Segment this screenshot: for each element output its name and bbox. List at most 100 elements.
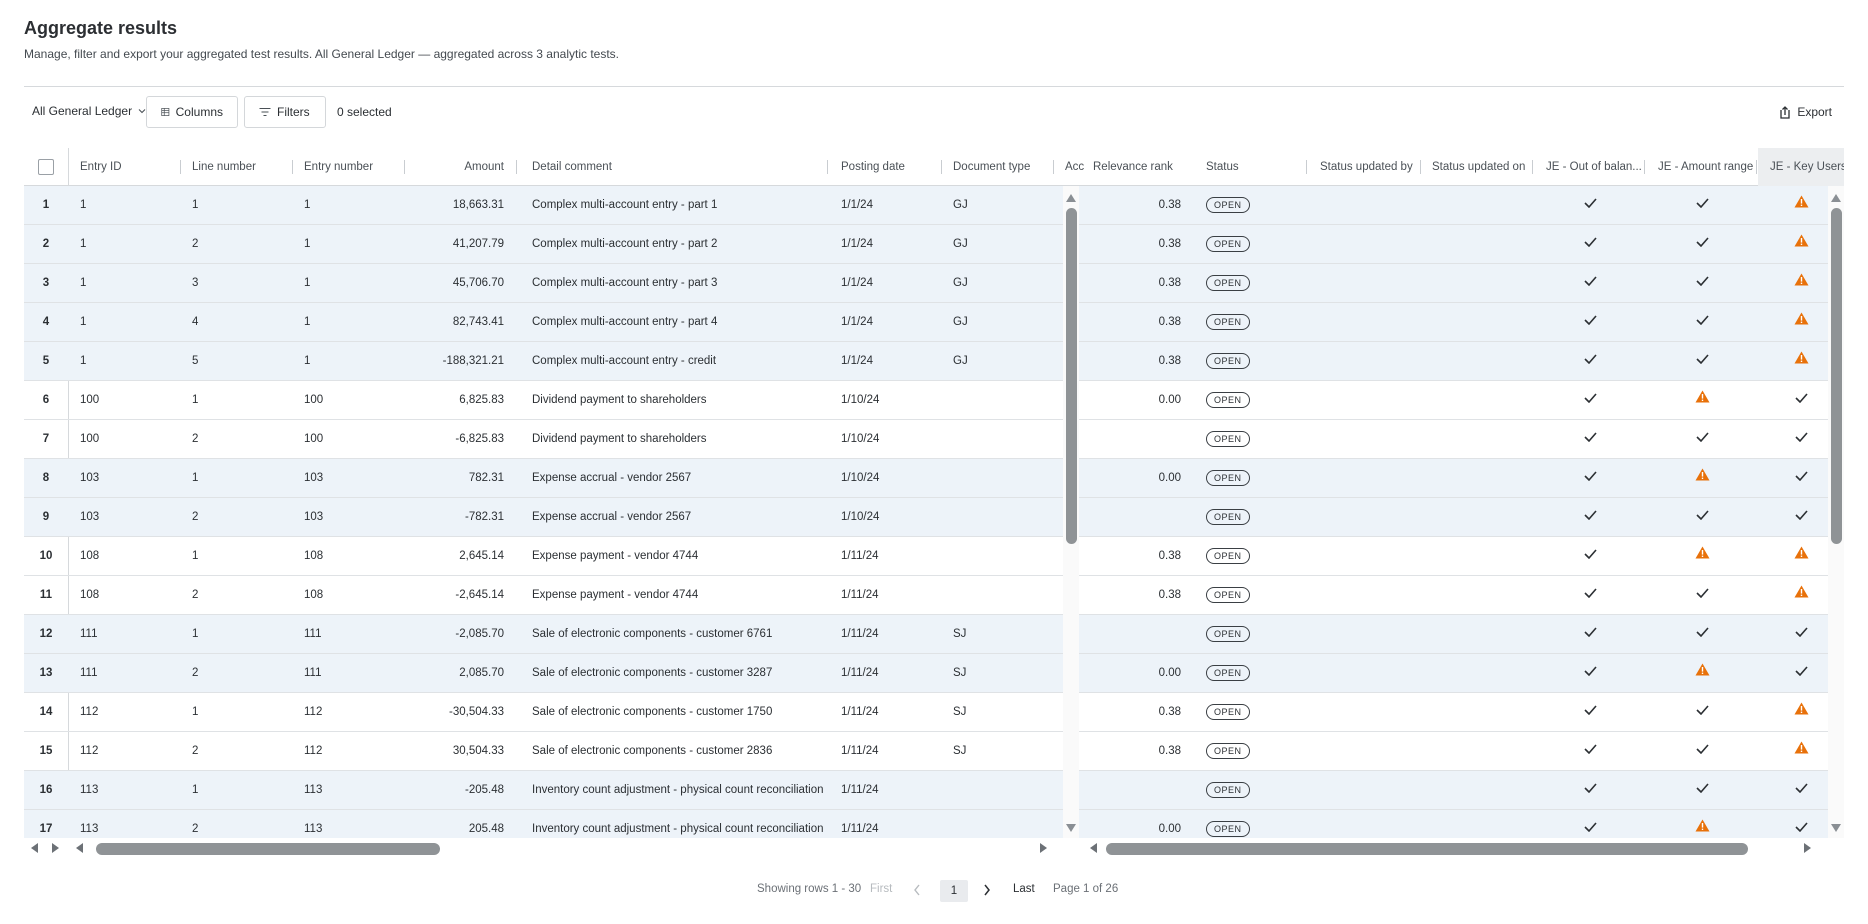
- status-badge[interactable]: OPEN: [1206, 781, 1250, 798]
- status-badge[interactable]: OPEN: [1206, 664, 1250, 681]
- pager-last[interactable]: Last: [1013, 883, 1035, 895]
- cell-status: OPEN: [1194, 225, 1306, 263]
- pager-next-icon[interactable]: [982, 880, 992, 903]
- column-resize-handle[interactable]: [827, 160, 828, 174]
- table-row[interactable]: 15 112 2 112 30,504.33 Sale of electronic com…: [24, 732, 1844, 771]
- table-row[interactable]: 7 100 2 100 -6,825.83 Dividend payment to sha…: [24, 420, 1844, 459]
- scrollbar-thumb[interactable]: [1066, 208, 1077, 544]
- scroll-right-arrow-icon[interactable]: [1804, 843, 1811, 853]
- column-resize-handle[interactable]: [292, 160, 293, 174]
- left-pane-vertical-scrollbar[interactable]: [1063, 186, 1079, 838]
- scroll-left-arrow-icon[interactable]: [76, 843, 83, 853]
- status-badge[interactable]: OPEN: [1206, 196, 1250, 213]
- col-header-status-updated-on[interactable]: Status updated on: [1420, 148, 1532, 186]
- filters-button[interactable]: Filters: [244, 96, 326, 128]
- table-row[interactable]: 5 1 5 1 -188,321.21 Complex multi-account ent…: [24, 342, 1844, 381]
- cell-detail-comment: Dividend payment to shareholders: [532, 394, 707, 406]
- col-header-entry-number[interactable]: Entry number: [292, 148, 404, 186]
- col-header-posting-date[interactable]: Posting date: [829, 148, 941, 186]
- table-row[interactable]: 8 103 1 103 782.31 Expense accrual - vendor 2…: [24, 459, 1844, 498]
- pager-prev-icon[interactable]: [912, 880, 922, 903]
- table-row[interactable]: 14 112 1 112 -30,504.33 Sale of electronic co…: [24, 693, 1844, 732]
- column-resize-handle[interactable]: [941, 160, 942, 174]
- status-badge[interactable]: OPEN: [1206, 430, 1250, 447]
- status-badge[interactable]: OPEN: [1206, 703, 1250, 720]
- cell-document-type: [941, 771, 1053, 809]
- status-badge[interactable]: OPEN: [1206, 274, 1250, 291]
- column-resize-handle[interactable]: [180, 160, 181, 174]
- column-resize-handle[interactable]: [1644, 160, 1645, 174]
- col-header-amount[interactable]: Amount: [404, 148, 516, 186]
- col-header-je-out-of-balance[interactable]: JE - Out of balan...: [1534, 148, 1646, 186]
- status-badge[interactable]: OPEN: [1206, 235, 1250, 252]
- cell-relevance-rank: 0.38: [1158, 277, 1181, 289]
- col-header-status-updated-by[interactable]: Status updated by: [1308, 148, 1420, 186]
- status-badge[interactable]: OPEN: [1206, 625, 1250, 642]
- status-badge[interactable]: OPEN: [1206, 469, 1250, 486]
- col-header-document-type[interactable]: Document type: [941, 148, 1053, 186]
- scroll-up-arrow-icon[interactable]: [1831, 194, 1841, 202]
- select-all-checkbox[interactable]: [38, 159, 54, 175]
- status-badge[interactable]: OPEN: [1206, 820, 1250, 837]
- table-row[interactable]: 4 1 4 1 82,743.41 Complex multi-account entry…: [24, 303, 1844, 342]
- col-header-entry-id[interactable]: Entry ID: [68, 148, 180, 186]
- table-row[interactable]: 11 108 2 108 -2,645.14 Expense payment - vend…: [24, 576, 1844, 615]
- pager-first[interactable]: First: [870, 883, 892, 895]
- scroll-left-arrow-icon[interactable]: [1090, 843, 1097, 853]
- pinned-horizontal-scrollbar[interactable]: [24, 838, 68, 858]
- scrollbar-thumb[interactable]: [1831, 208, 1842, 544]
- column-resize-handle[interactable]: [404, 160, 405, 174]
- column-resize-handle[interactable]: [1053, 160, 1054, 174]
- status-badge[interactable]: OPEN: [1206, 742, 1250, 759]
- export-button[interactable]: Export: [1779, 105, 1832, 119]
- column-resize-handle[interactable]: [1420, 160, 1421, 174]
- status-badge[interactable]: OPEN: [1206, 313, 1250, 330]
- col-header-je-key-users[interactable]: JE - Key Users: [1758, 148, 1844, 186]
- table-row[interactable]: 2 1 2 1 41,207.79 Complex multi-account entry…: [24, 225, 1844, 264]
- table-row[interactable]: 10 108 1 108 2,645.14 Expense payment - vendo…: [24, 537, 1844, 576]
- cell-document-type: SJ: [953, 706, 967, 718]
- col-header-status[interactable]: Status: [1194, 148, 1306, 186]
- status-badge[interactable]: OPEN: [1206, 547, 1250, 564]
- table-row[interactable]: 3 1 3 1 45,706.70 Complex multi-account entry…: [24, 264, 1844, 303]
- scroll-up-arrow-icon[interactable]: [1066, 194, 1076, 202]
- ledger-dropdown[interactable]: All General Ledger: [32, 104, 146, 118]
- table-row[interactable]: 9 103 2 103 -782.31 Expense accrual - vendor …: [24, 498, 1844, 537]
- column-resize-handle[interactable]: [1306, 160, 1307, 174]
- table-row[interactable]: 17 113 2 113 205.48 Inventory count adjustmen…: [24, 810, 1844, 838]
- scroll-right-arrow-icon[interactable]: [1040, 843, 1047, 853]
- row-number: 5: [42, 355, 50, 367]
- col-header-je-amount-range[interactable]: JE - Amount range: [1646, 148, 1758, 186]
- table-row[interactable]: 1 1 1 1 18,663.31 Complex multi-account entry…: [24, 186, 1844, 225]
- scroll-right-arrow-icon[interactable]: [52, 843, 59, 853]
- table-row[interactable]: 13 111 2 111 2,085.70 Sale of electronic comp…: [24, 654, 1844, 693]
- scrollbar-thumb[interactable]: [96, 843, 440, 855]
- left-pane-horizontal-scrollbar[interactable]: [76, 838, 1076, 858]
- check-icon: [1794, 420, 1808, 458]
- col-header-relevance-rank[interactable]: Relevance rank: [1081, 148, 1193, 186]
- status-badge[interactable]: OPEN: [1206, 508, 1250, 525]
- col-header-detail-comment[interactable]: Detail comment: [520, 148, 827, 186]
- scroll-left-arrow-icon[interactable]: [31, 843, 38, 853]
- right-pane-horizontal-scrollbar[interactable]: [1090, 838, 1844, 858]
- table-row[interactable]: 16 113 1 113 -205.48 Inventory count adjustme…: [24, 771, 1844, 810]
- scroll-down-arrow-icon[interactable]: [1066, 824, 1076, 832]
- status-badge[interactable]: OPEN: [1206, 391, 1250, 408]
- right-pane-vertical-scrollbar[interactable]: [1828, 186, 1844, 838]
- column-resize-handle[interactable]: [516, 160, 517, 174]
- scrollbar-thumb[interactable]: [1106, 843, 1748, 855]
- pager-current-page[interactable]: 1: [940, 880, 968, 902]
- column-resize-handle[interactable]: [1756, 160, 1757, 174]
- table-row[interactable]: 6 100 1 100 6,825.83 Dividend payment to shar…: [24, 381, 1844, 420]
- warning-triangle-icon: [1794, 264, 1809, 302]
- cell-entry-number: 1: [304, 277, 311, 289]
- col-header-line-number[interactable]: Line number: [180, 148, 292, 186]
- cell-relevance-rank: 0.38: [1158, 550, 1181, 562]
- status-badge[interactable]: OPEN: [1206, 586, 1250, 603]
- column-resize-handle[interactable]: [1532, 160, 1533, 174]
- cell-je-amount-range: [1646, 342, 1758, 380]
- status-badge[interactable]: OPEN: [1206, 352, 1250, 369]
- scroll-down-arrow-icon[interactable]: [1831, 824, 1841, 832]
- table-row[interactable]: 12 111 1 111 -2,085.70 Sale of electronic com…: [24, 615, 1844, 654]
- columns-button[interactable]: Columns: [146, 96, 238, 128]
